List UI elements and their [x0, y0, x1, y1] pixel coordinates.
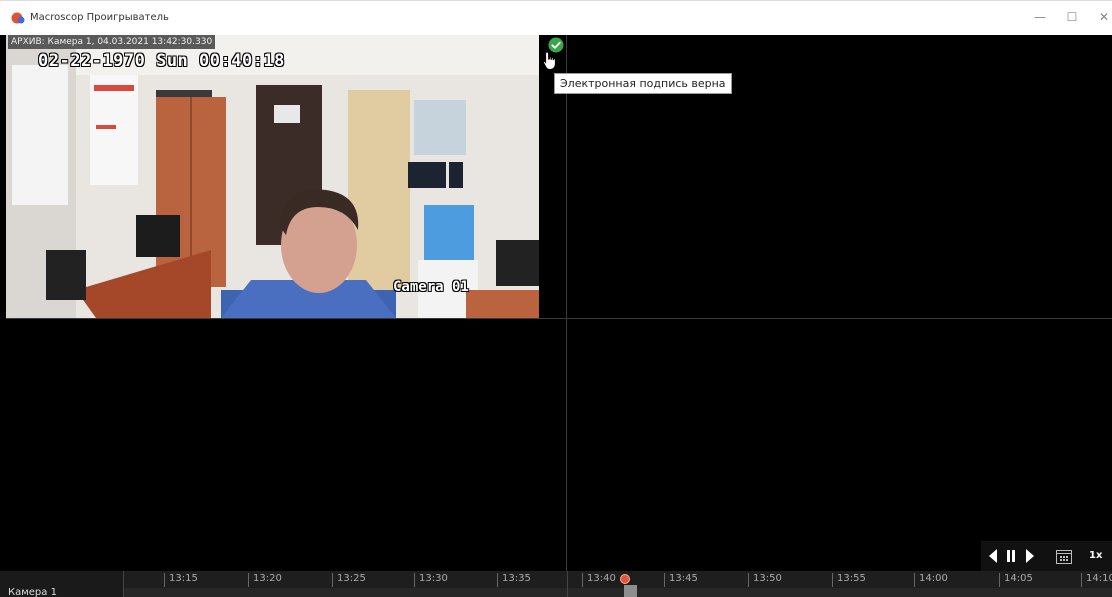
timeline-tick: 13:50 [748, 573, 782, 587]
camera-feed-3[interactable] [6, 319, 566, 571]
playback-speed[interactable]: 1x [1089, 550, 1102, 561]
timeline-tick: 13:35 [497, 573, 531, 587]
camera-feed-4[interactable] [567, 319, 1112, 571]
playhead-marker[interactable] [620, 574, 630, 584]
step-back-icon[interactable] [987, 548, 999, 564]
timeline-label-column: Камера 1 [0, 571, 124, 597]
calendar-icon[interactable] [1055, 548, 1073, 564]
archive-label: АРХИВ: Камера 1, 04.03.2021 13:42:30.330 [8, 35, 216, 49]
timeline-tick: 14:05 [999, 573, 1033, 587]
hand-cursor-icon [542, 51, 556, 70]
minimize-icon[interactable]: — [1030, 9, 1050, 25]
timeline-tick: 13:15 [164, 573, 198, 587]
close-icon[interactable]: ✕ [1094, 9, 1112, 25]
osd-datetime: 02-22-1970 Sun 00:40:18 [38, 51, 285, 71]
maximize-icon[interactable]: ☐ [1062, 9, 1082, 25]
pause-icon[interactable] [1005, 548, 1017, 564]
timeline-lane[interactable] [124, 588, 1112, 597]
window-title: Macroscop Проигрыватель [30, 12, 169, 23]
timeline-tick: 14:00 [914, 573, 948, 587]
timeline-tick: 13:30 [414, 573, 448, 587]
timeline[interactable]: Камера 1 13:15 13:20 13:25 13:30 13:35 1… [0, 571, 1112, 597]
timeline-tick: 13:20 [248, 573, 282, 587]
timeline-tick: 13:55 [832, 573, 866, 587]
macroscop-logo-icon [11, 12, 25, 24]
title-bar: Macroscop Проигрыватель — ☐ ✕ [0, 0, 1112, 35]
timeline-tick: 13:45 [664, 573, 698, 587]
timeline-tick: 14:10 [1081, 573, 1112, 587]
timeline-divider [567, 571, 568, 597]
timeline-tick: 13:40 [582, 573, 616, 587]
camera-grid [6, 35, 1112, 571]
playhead-handle[interactable] [624, 585, 637, 597]
camera-feed-1[interactable] [6, 35, 539, 318]
osd-camera-name: Camera 01 [393, 279, 469, 295]
camera-frame-image [6, 35, 539, 318]
play-icon[interactable] [1024, 548, 1036, 564]
timeline-row-label: Камера 1 [8, 587, 57, 597]
timeline-tick: 13:25 [332, 573, 366, 587]
signature-tooltip: Электронная подпись верна [554, 73, 732, 94]
